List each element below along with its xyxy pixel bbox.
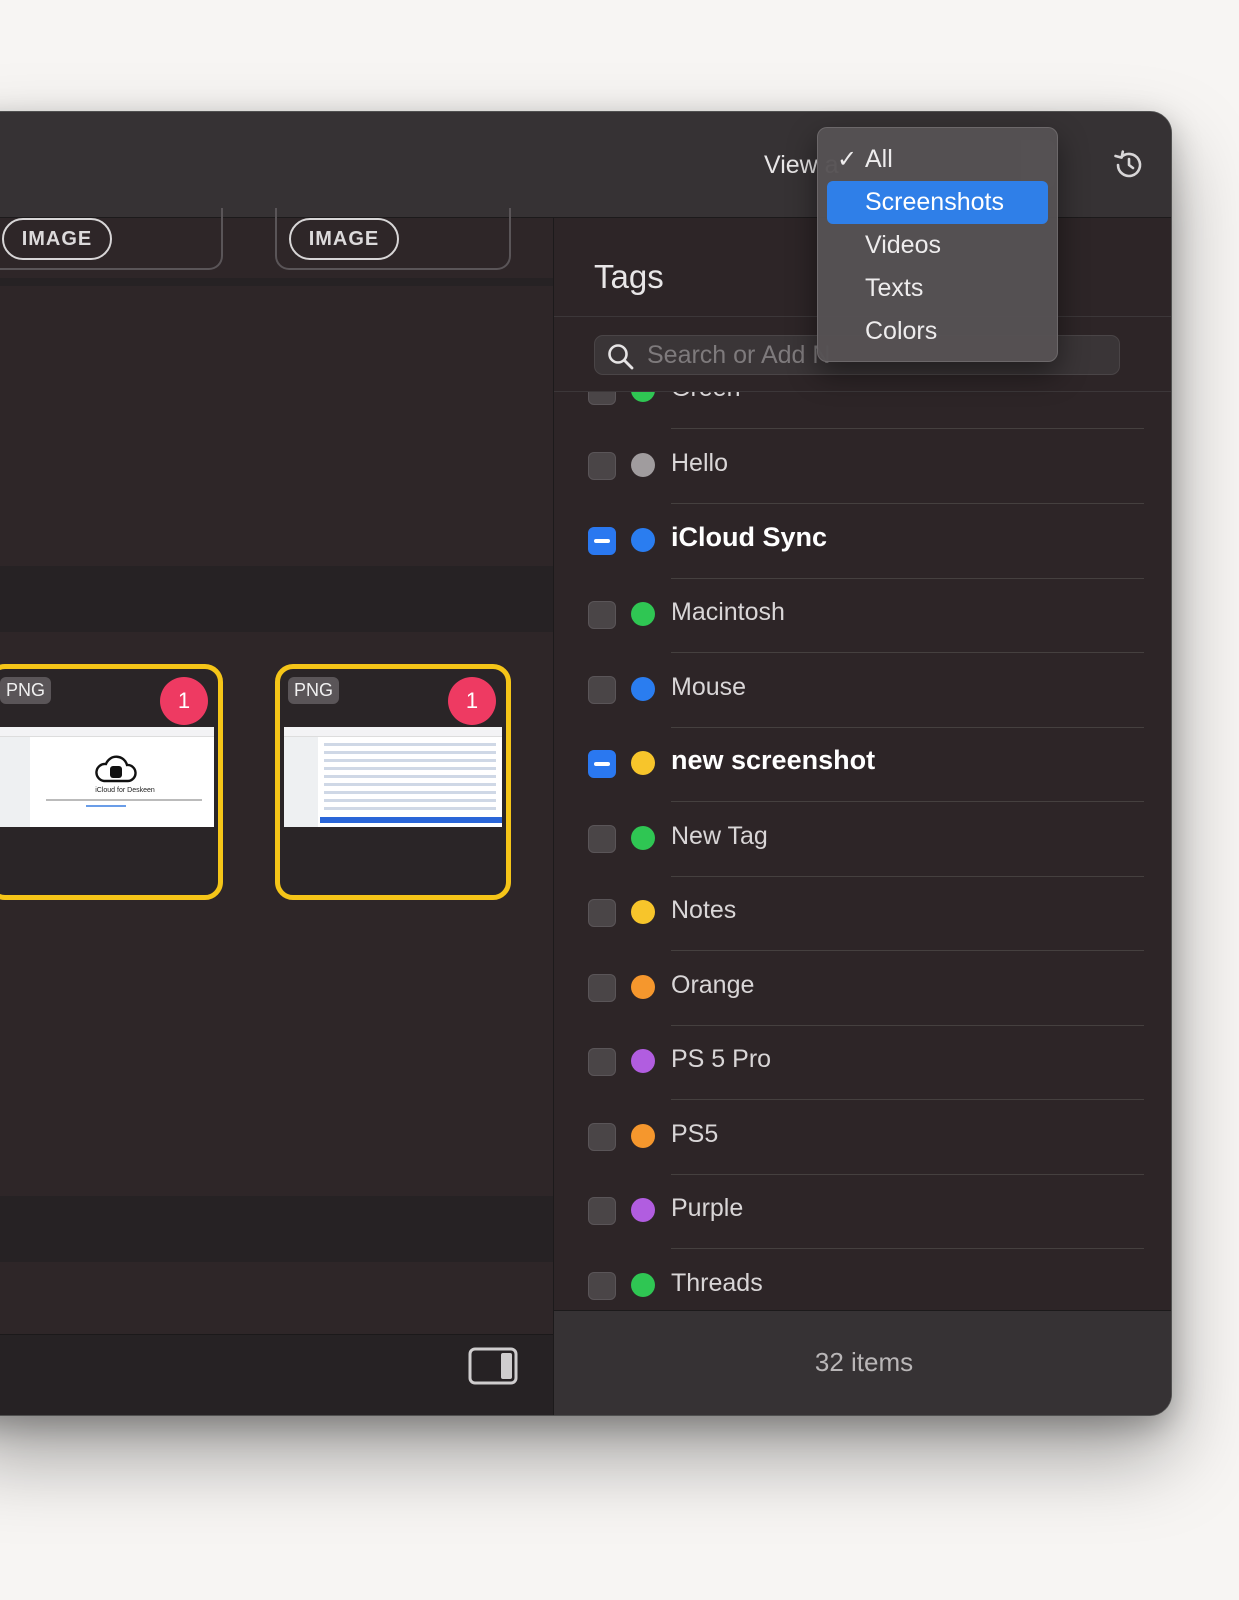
menu-item-videos[interactable]: Videos bbox=[827, 224, 1048, 267]
tag-checkbox[interactable] bbox=[588, 1122, 616, 1151]
tag-name: iCloud Sync bbox=[671, 521, 828, 552]
checkmark-icon: ✓ bbox=[837, 146, 858, 173]
tag-color-dot bbox=[631, 900, 655, 924]
count-badge: 1 bbox=[160, 677, 208, 725]
tag-color-dot bbox=[631, 751, 655, 775]
tag-checkbox[interactable] bbox=[588, 750, 616, 778]
tag-name: Macintosh bbox=[671, 598, 785, 626]
tag-name: PS5 bbox=[671, 1119, 719, 1148]
tag-name: Mouse bbox=[671, 672, 747, 701]
count-badge: 1 bbox=[448, 677, 496, 725]
tag-checkbox[interactable] bbox=[588, 1271, 616, 1300]
tags-panel-title: Tags bbox=[594, 258, 664, 295]
menu-item-texts[interactable]: Texts bbox=[827, 267, 1048, 310]
tag-row[interactable]: new screenshot bbox=[554, 727, 1171, 802]
item-count: 32 items bbox=[814, 1347, 914, 1377]
view-as-dropdown-menu: ✓ All Screenshots Videos Texts Colors bbox=[817, 127, 1058, 362]
tag-row[interactable]: PS5 bbox=[554, 1100, 1171, 1175]
tag-checkbox[interactable] bbox=[588, 824, 616, 853]
tag-checkbox[interactable] bbox=[588, 1197, 616, 1225]
tag-color-dot bbox=[631, 1049, 655, 1073]
thumbnail-card-selected[interactable]: PNG 1 bbox=[275, 664, 511, 900]
tag-checkbox[interactable] bbox=[588, 899, 616, 927]
tag-color-dot bbox=[631, 1272, 655, 1297]
file-type-tag: PNG bbox=[0, 677, 52, 704]
tag-checkbox[interactable] bbox=[588, 601, 616, 629]
tag-color-dot bbox=[631, 974, 655, 999]
tag-row[interactable]: Notes bbox=[554, 876, 1171, 951]
magnifier-icon bbox=[608, 344, 634, 370]
preview-caption: iCloud for Deskeen bbox=[95, 787, 155, 794]
tag-row[interactable]: Orange bbox=[554, 951, 1171, 1026]
tag-row-partial[interactable]: Green bbox=[554, 392, 1171, 429]
tag-row[interactable]: iCloud Sync bbox=[554, 504, 1171, 579]
tag-checkbox[interactable] bbox=[588, 526, 616, 555]
tag-color-dot bbox=[631, 1123, 655, 1148]
tag-name: Orange bbox=[671, 970, 755, 999]
tag-row[interactable]: Hello bbox=[554, 429, 1171, 504]
tag-checkbox[interactable] bbox=[588, 392, 616, 405]
screenshot-preview: iCloud for Deskeen bbox=[0, 727, 214, 827]
section-separator bbox=[0, 1196, 553, 1262]
tag-row[interactable]: New Tag bbox=[554, 802, 1171, 877]
tag-checkbox[interactable] bbox=[588, 973, 616, 1002]
finder-preview bbox=[284, 727, 502, 827]
tag-name: Hello bbox=[671, 449, 728, 477]
tag-name: Purple bbox=[671, 1194, 744, 1222]
menu-item-screenshots[interactable]: Screenshots bbox=[827, 181, 1048, 224]
kind-pill: IMAGE bbox=[2, 218, 112, 260]
tag-checkbox[interactable] bbox=[588, 452, 616, 480]
tag-row[interactable]: Threads bbox=[554, 1249, 1171, 1313]
tag-color-dot bbox=[631, 602, 655, 626]
tag-name: New Tag bbox=[671, 821, 768, 850]
section-separator bbox=[0, 566, 553, 632]
tag-checkbox[interactable] bbox=[588, 675, 616, 704]
thumbnail-card-selected[interactable]: PNG 1 iCloud for Deskeen bbox=[0, 664, 223, 900]
sidebar-right-icon[interactable] bbox=[468, 1347, 518, 1385]
tag-checkbox[interactable] bbox=[588, 1048, 616, 1076]
tag-row[interactable]: Purple bbox=[554, 1174, 1171, 1249]
tag-row[interactable]: Mouse bbox=[554, 653, 1171, 728]
menu-item-colors[interactable]: Colors bbox=[827, 310, 1048, 353]
tag-name: new screenshot bbox=[671, 745, 876, 775]
section-separator bbox=[0, 278, 553, 286]
tags-footer: 32 items bbox=[554, 1310, 1171, 1415]
tag-color-dot bbox=[631, 392, 655, 402]
tag-color-dot bbox=[631, 1198, 655, 1222]
tag-name: Threads bbox=[671, 1268, 763, 1297]
cloud-icon bbox=[95, 755, 137, 783]
file-type-tag: PNG bbox=[288, 677, 340, 704]
menu-item-all[interactable]: ✓ All bbox=[827, 138, 1048, 181]
items-grid: IMAGE IMAGE PNG 1 iCloud for Deskeen PNG… bbox=[0, 208, 553, 1334]
tag-row[interactable]: Macintosh bbox=[554, 578, 1171, 653]
tag-color-dot bbox=[631, 676, 655, 701]
clock-history-icon[interactable] bbox=[1109, 145, 1149, 185]
tag-row[interactable]: PS 5 Pro bbox=[554, 1025, 1171, 1100]
tag-name: Green bbox=[671, 392, 740, 403]
tag-name: Notes bbox=[671, 896, 737, 924]
kind-pill: IMAGE bbox=[289, 218, 399, 260]
tag-color-dot bbox=[631, 527, 655, 552]
tag-color-dot bbox=[631, 825, 655, 850]
tag-color-dot bbox=[631, 453, 655, 477]
tag-name: PS 5 Pro bbox=[671, 1045, 772, 1073]
tag-list: Green Hello iCloud Sync Macintosh Mouse new … bbox=[554, 392, 1171, 1313]
tags-panel: Tags Green Hello iCloud Sync Macintosh Mous… bbox=[553, 218, 1171, 1415]
